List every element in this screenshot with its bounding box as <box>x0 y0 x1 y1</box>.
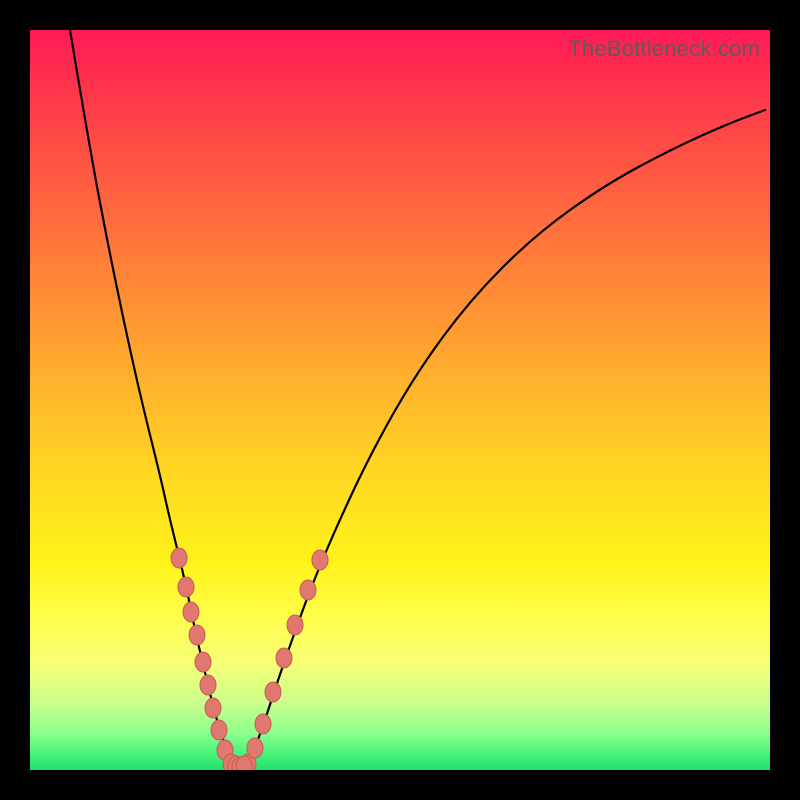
beads-right <box>240 550 328 770</box>
bead <box>255 714 271 734</box>
bead <box>265 682 281 702</box>
bead <box>183 602 199 622</box>
bead <box>195 652 211 672</box>
watermark-text: TheBottleneck.com <box>568 36 760 62</box>
bead <box>236 756 252 770</box>
bead <box>211 720 227 740</box>
bead <box>178 577 194 597</box>
bead <box>200 675 216 695</box>
bead <box>189 625 205 645</box>
beads-middle <box>228 756 252 770</box>
bead <box>205 698 221 718</box>
beads-left <box>171 548 239 770</box>
chart-frame: TheBottleneck.com <box>30 30 770 770</box>
bead <box>312 550 328 570</box>
bottleneck-plot <box>30 30 770 770</box>
curve-right <box>248 110 765 765</box>
bead <box>171 548 187 568</box>
bead <box>287 615 303 635</box>
bead <box>276 648 292 668</box>
bead <box>247 738 263 758</box>
bead <box>300 580 316 600</box>
